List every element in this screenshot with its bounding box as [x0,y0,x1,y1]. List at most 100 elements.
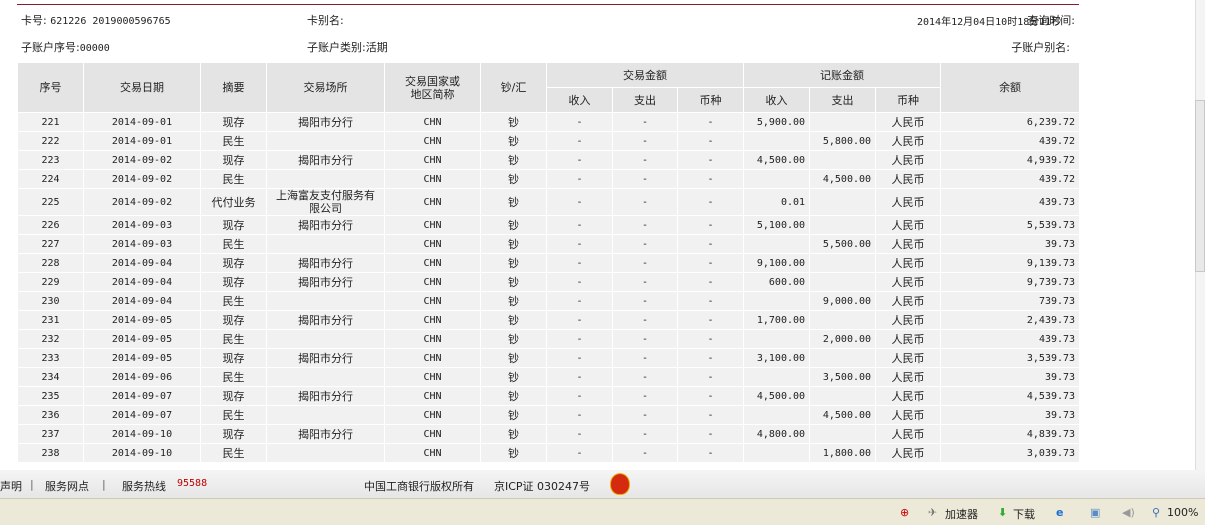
cell-b-in: 3,100.00 [743,348,811,368]
cell-cash: 钞 [480,253,547,273]
col-book-expense: 支出 [809,87,877,113]
cell-t-out: - [612,405,678,425]
table-row: 227 2014-09-03 民生 CHN 钞 - - -5,500.00 人民币 39.73 [17,234,1081,254]
cell-b-out: 3,500.00 [809,367,877,387]
cell-t-in: - [546,234,613,254]
cell-summary: 民生 [200,131,267,151]
table-row: 228 2014-09-04 现存 揭阳市分行 CHN 钞 - - -9,100.00 人民币 9,… [17,253,1081,273]
col-seq: 序号 [17,62,84,113]
cell-b-cur: 人民币 [875,348,942,368]
cell-seq: 221 [17,112,84,132]
cell-place [266,291,385,311]
scrollbar-thumb[interactable] [1195,100,1205,272]
cell-t-in: - [546,424,613,444]
cell-b-out [809,112,877,132]
icp-license[interactable]: 京ICP证 030247号 [494,478,590,494]
cell-summary: 民生 [200,405,267,425]
cell-date: 2014-09-02 [83,188,201,216]
cell-summary: 现存 [200,310,267,330]
cell-t-in: - [546,386,613,406]
cell-place [266,131,385,151]
cell-seq: 237 [17,424,84,444]
accelerator-button[interactable]: 加速器 [945,506,978,522]
cell-t-cur: - [676,272,745,292]
cell-balance: 5,539.73 [940,215,1081,235]
cell-t-out: - [612,367,678,387]
cell-t-in: - [546,215,613,235]
security-icon[interactable]: ⊕ [900,506,909,519]
cell-b-in [743,329,811,349]
cell-b-in [743,131,811,151]
cell-b-cur: 人民币 [875,291,942,311]
col-trade-currency: 币种 [676,87,745,113]
cell-place: 揭阳市分行 [266,112,385,132]
table-row: 225 2014-09-02 代付业务 上海富友支付服务有限公司 CHN 钞 - - -0.01… [17,188,1081,216]
cell-t-cur: - [676,234,745,254]
sub-account-number-label: 子账户序号: [21,41,80,54]
col-trade-amount: 交易金额 [545,62,745,88]
cell-seq: 236 [17,405,84,425]
ie-icon[interactable]: e [1056,506,1063,519]
cell-cash: 钞 [480,367,547,387]
cell-place [266,329,385,349]
window-icon[interactable]: ▣ [1090,506,1100,519]
cell-balance: 3,539.73 [940,348,1081,368]
cell-country: CHN [384,188,481,216]
cell-summary: 民生 [200,291,267,311]
police-emblem-icon[interactable] [610,473,630,495]
cell-t-in: - [546,291,613,311]
cell-date: 2014-09-05 [83,329,201,349]
cell-b-cur: 人民币 [875,150,942,170]
sub-account-type: 子账户类别:活期 [307,39,388,55]
cell-place [266,405,385,425]
cell-cash: 钞 [480,150,547,170]
cell-cash: 钞 [480,188,547,216]
statement-link[interactable]: 声明 [0,478,22,494]
cell-b-in [743,443,811,463]
cell-place [266,234,385,254]
cell-country: CHN [384,348,481,368]
col-cash: 钞/汇 [480,62,547,113]
volume-icon[interactable]: ◀) [1122,506,1135,519]
cell-b-cur: 人民币 [875,188,942,216]
outlets-link[interactable]: 服务网点 [45,478,89,494]
download-icon: ⬇ [998,506,1008,519]
table-row: 238 2014-09-10 民生 CHN 钞 - - -1,800.00 人民币 3,039.7… [17,443,1081,463]
cell-country: CHN [384,272,481,292]
table-row: 232 2014-09-05 民生 CHN 钞 - - -2,000.00 人民币 439.73 [17,329,1081,349]
cell-seq: 223 [17,150,84,170]
cell-place: 揭阳市分行 [266,215,385,235]
cell-place: 揭阳市分行 [266,253,385,273]
cell-place: 揭阳市分行 [266,310,385,330]
cell-b-cur: 人民币 [875,253,942,273]
cell-t-in: - [546,443,613,463]
cell-t-in: - [546,329,613,349]
zoom-level[interactable]: 100% [1167,506,1198,519]
cell-t-in: - [546,405,613,425]
cell-country: CHN [384,386,481,406]
cell-cash: 钞 [480,310,547,330]
cell-country: CHN [384,310,481,330]
cell-b-out [809,348,877,368]
cell-date: 2014-09-06 [83,367,201,387]
cell-t-out: - [612,253,678,273]
table-row: 231 2014-09-05 现存 揭阳市分行 CHN 钞 - - -1,700.00 人民币 2,… [17,310,1081,330]
col-country: 交易国家或 地区简称 [384,62,481,113]
table-row: 224 2014-09-02 民生 CHN 钞 - - -4,500.00 人民币 439.72 [17,169,1081,189]
cell-t-in: - [546,272,613,292]
zoom-icon[interactable]: ⚲ [1152,506,1160,519]
cell-country: CHN [384,329,481,349]
cell-country: CHN [384,215,481,235]
cell-balance: 9,139.73 [940,253,1081,273]
table-row: 230 2014-09-04 民生 CHN 钞 - - -9,000.00 人民币 739.73 [17,291,1081,311]
cell-balance: 439.72 [940,131,1081,151]
cell-seq: 234 [17,367,84,387]
vertical-scrollbar[interactable] [1195,0,1205,470]
cell-country: CHN [384,405,481,425]
cell-b-cur: 人民币 [875,272,942,292]
cell-balance: 39.73 [940,367,1081,387]
cell-balance: 739.73 [940,291,1081,311]
cell-place: 揭阳市分行 [266,424,385,444]
download-button[interactable]: 下载 [1013,506,1035,522]
cell-b-cur: 人民币 [875,424,942,444]
